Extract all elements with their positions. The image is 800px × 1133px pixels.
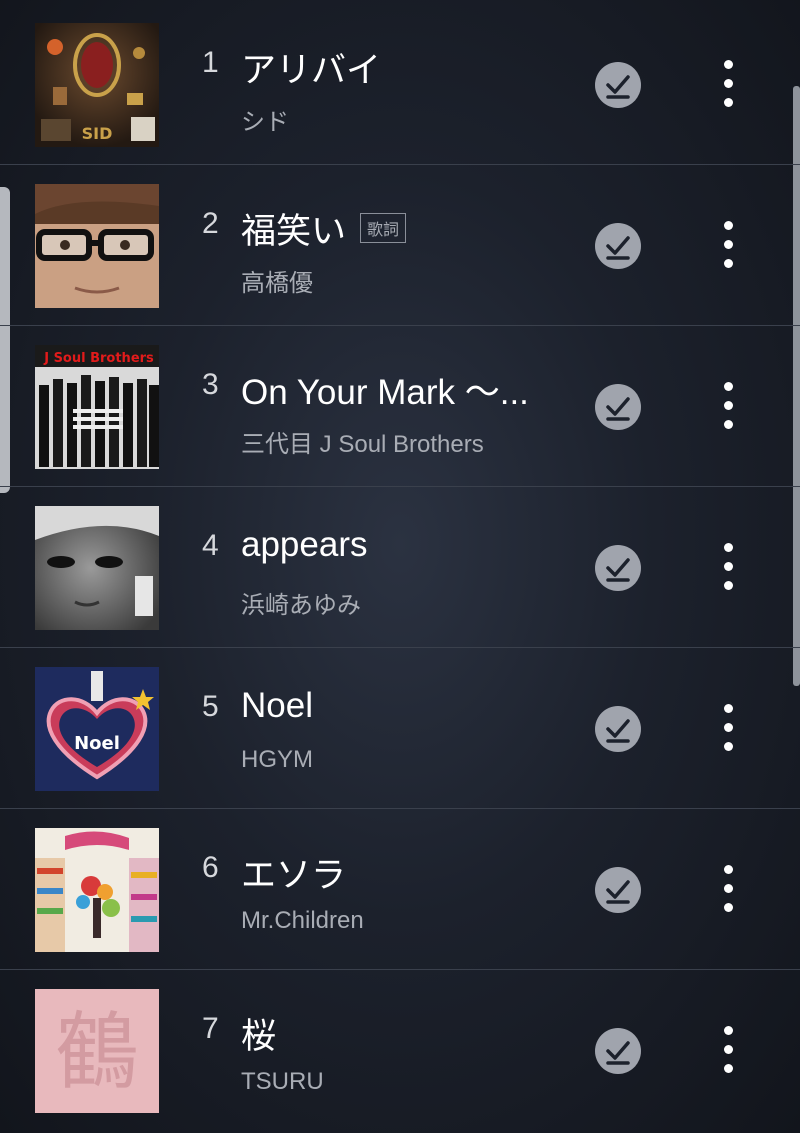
- track-title: 桜: [241, 1008, 276, 1059]
- album-art: J Soul Brothers: [35, 345, 159, 469]
- track-artist: シド: [241, 109, 289, 136]
- track-title-text: 福笑い: [241, 212, 347, 251]
- track-title: 福笑い 歌詞: [241, 203, 407, 254]
- track-title: On Your Mark 〜...: [241, 364, 529, 415]
- album-art: [35, 184, 159, 308]
- track-title-text: Noel: [241, 686, 313, 725]
- more-vertical-icon[interactable]: [718, 1026, 740, 1076]
- track-title-text: On Your Mark 〜...: [241, 373, 529, 412]
- album-art: 鶴: [35, 989, 159, 1113]
- track-row[interactable]: 6 エソラ Mr.Children: [0, 809, 800, 970]
- album-art-supermarket-fantasy-icon: [35, 828, 159, 952]
- track-number: 7: [202, 1012, 219, 1045]
- album-art: SID: [35, 23, 159, 147]
- track-artist: 高橋優: [241, 270, 313, 297]
- svg-text:鶴: 鶴: [55, 1003, 139, 1101]
- track-title-text: アリバイ: [241, 51, 382, 90]
- track-number: 6: [202, 851, 219, 884]
- downloaded-check-icon[interactable]: [595, 545, 641, 591]
- album-art-noel-icon: Noel: [35, 667, 159, 791]
- track-number: 4: [202, 529, 219, 562]
- track-title-text: appears: [241, 525, 368, 564]
- downloaded-check-icon[interactable]: [595, 1028, 641, 1074]
- more-vertical-icon[interactable]: [718, 704, 740, 754]
- track-artist: TSURU: [241, 1068, 324, 1095]
- track-title: Noel: [241, 686, 313, 726]
- track-list: SID 1 アリバイ シド 2 福笑い 歌詞 高橋優 J Soul Brothe…: [0, 4, 800, 1130]
- track-artist: HGYM: [241, 746, 313, 773]
- track-title-text: エソラ: [241, 856, 347, 895]
- downloaded-check-icon[interactable]: [595, 223, 641, 269]
- album-art: Noel: [35, 667, 159, 791]
- track-title-text: 桜: [241, 1017, 277, 1056]
- track-artist: 三代目 J Soul Brothers: [241, 431, 484, 458]
- album-art: [35, 828, 159, 952]
- album-art-j-soul-brothers-icon: J Soul Brothers: [35, 345, 159, 469]
- svg-text:SID: SID: [82, 124, 113, 143]
- album-art-hoshi-no-miyako-icon: SID: [35, 23, 159, 147]
- track-title: appears: [241, 525, 367, 565]
- downloaded-check-icon[interactable]: [595, 62, 641, 108]
- svg-text:J Soul Brothers: J Soul Brothers: [43, 351, 154, 366]
- album-art-fukuwarai-icon: [35, 184, 159, 308]
- track-number: 1: [202, 46, 219, 79]
- album-art-appears-icon: [35, 506, 159, 630]
- track-number: 5: [202, 690, 219, 723]
- track-number: 3: [202, 368, 219, 401]
- track-row[interactable]: J Soul Brothers 3 On Your Mark 〜... 三代目 …: [0, 326, 800, 487]
- more-vertical-icon[interactable]: [718, 865, 740, 915]
- track-row[interactable]: 2 福笑い 歌詞 高橋優: [0, 165, 800, 326]
- downloaded-check-icon[interactable]: [595, 706, 641, 752]
- track-artist: Mr.Children: [241, 907, 364, 934]
- more-vertical-icon[interactable]: [718, 382, 740, 432]
- downloaded-check-icon[interactable]: [595, 384, 641, 430]
- track-row[interactable]: 鶴 7 桜 TSURU: [0, 970, 800, 1130]
- track-number: 2: [202, 207, 219, 240]
- more-vertical-icon[interactable]: [718, 60, 740, 110]
- album-art-tsuru-icon: 鶴: [35, 989, 159, 1113]
- more-vertical-icon[interactable]: [718, 221, 740, 271]
- track-title: アリバイ: [241, 42, 381, 93]
- track-artist: 浜崎あゆみ: [241, 592, 361, 619]
- downloaded-check-icon[interactable]: [595, 867, 641, 913]
- lyrics-badge: 歌詞: [360, 212, 407, 243]
- more-vertical-icon[interactable]: [718, 543, 740, 593]
- track-row[interactable]: SID 1 アリバイ シド: [0, 4, 800, 165]
- track-row[interactable]: Noel 5 Noel HGYM: [0, 648, 800, 809]
- svg-text:Noel: Noel: [74, 733, 120, 754]
- track-title: エソラ: [241, 847, 346, 898]
- track-row[interactable]: 4 appears 浜崎あゆみ: [0, 487, 800, 648]
- album-art: [35, 506, 159, 630]
